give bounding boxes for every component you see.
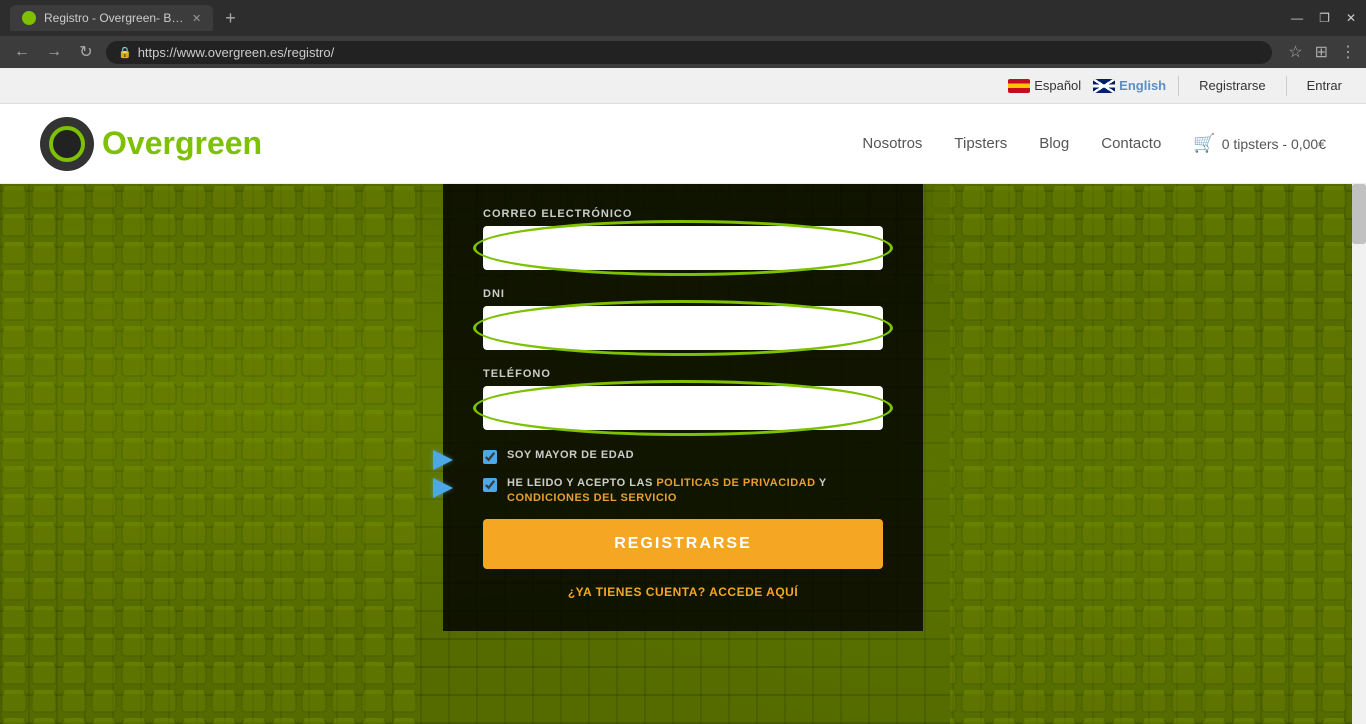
email-input-wrapper <box>483 226 883 270</box>
refresh-button[interactable]: ↻ <box>74 42 98 62</box>
lock-icon: 🔒 <box>118 46 132 59</box>
forward-button[interactable]: → <box>42 43 66 61</box>
email-label: CORREO ELECTRÓNICO <box>483 208 883 220</box>
phone-group: TELÉFONO <box>483 368 883 430</box>
new-tab-button[interactable]: + <box>225 8 236 29</box>
terms-arrow-icon <box>433 478 453 498</box>
logo-text-before: Over <box>102 125 175 161</box>
minimize-button[interactable]: — <box>1291 11 1303 25</box>
browser-tab[interactable]: Registro - Overgreen- Born to w... ✕ <box>10 5 213 31</box>
english-label: English <box>1119 78 1166 93</box>
age-checkbox[interactable] <box>483 450 497 464</box>
language-english[interactable]: English <box>1093 78 1166 93</box>
logo-icon-inner <box>49 126 85 162</box>
login-link-header[interactable]: Entrar <box>1299 74 1350 97</box>
tab-close-button[interactable]: ✕ <box>192 12 201 25</box>
terms-checkbox-label: HE LEIDO Y ACEPTO LAS POLITICAS DE PRIVA… <box>507 476 883 507</box>
email-input[interactable] <box>483 226 883 270</box>
extensions-icon[interactable]: ⊞ <box>1315 42 1328 62</box>
terms-arrow <box>433 478 469 498</box>
login-link-form[interactable]: ¿YA TIENES CUENTA? ACCEDE AQUÍ <box>483 585 883 599</box>
browser-action-buttons: ☆ ⊞ ⋮ <box>1288 42 1356 62</box>
dni-label: DNI <box>483 288 883 300</box>
scrollbar-thumb[interactable] <box>1352 184 1366 244</box>
phone-input[interactable] <box>483 386 883 430</box>
terms-checkbox-group: HE LEIDO Y ACEPTO LAS POLITICAS DE PRIVA… <box>483 476 883 507</box>
bookmark-icon[interactable]: ☆ <box>1288 42 1302 62</box>
main-content: CORREO ELECTRÓNICO DNI TELÉFONO <box>0 184 1366 724</box>
cart-label: 0 tipsters - 0,00€ <box>1222 136 1326 152</box>
terms-checkbox[interactable] <box>483 478 497 492</box>
maximize-button[interactable]: ❐ <box>1319 11 1330 25</box>
phone-label: TELÉFONO <box>483 368 883 380</box>
back-button[interactable]: ← <box>10 43 34 61</box>
browser-address-bar-row: ← → ↻ 🔒 https://www.overgreen.es/registr… <box>0 36 1366 68</box>
address-bar[interactable]: 🔒 https://www.overgreen.es/registro/ <box>106 41 1272 64</box>
age-arrow-icon <box>433 450 453 470</box>
tab-favicon <box>22 11 36 25</box>
email-group: CORREO ELECTRÓNICO <box>483 208 883 270</box>
phone-input-wrapper <box>483 386 883 430</box>
flag-uk-icon <box>1093 79 1115 93</box>
register-button[interactable]: REGISTRARSE <box>483 519 883 569</box>
divider2 <box>1286 76 1287 96</box>
cart-icon: 🛒 <box>1193 133 1215 154</box>
dni-group: DNI <box>483 288 883 350</box>
nav-contacto[interactable]: Contacto <box>1101 135 1161 152</box>
cart-widget[interactable]: 🛒 0 tipsters - 0,00€ <box>1193 133 1326 154</box>
window-controls: — ❐ ✕ <box>1291 11 1356 25</box>
nav-tipsters[interactable]: Tipsters <box>954 135 1007 152</box>
language-spanish[interactable]: Español <box>1008 78 1081 93</box>
nav-nosotros[interactable]: Nosotros <box>862 135 922 152</box>
language-bar: Español English Registrarse Entrar <box>0 68 1366 104</box>
spanish-label: Español <box>1034 78 1081 93</box>
age-arrow <box>433 450 469 470</box>
divider <box>1178 76 1179 96</box>
site-header: Overgreen Nosotros Tipsters Blog Contact… <box>0 104 1366 184</box>
logo-text-after: green <box>175 125 262 161</box>
age-checkbox-label: SOY MAYOR DE EDAD <box>507 448 634 463</box>
dni-input[interactable] <box>483 306 883 350</box>
browser-tab-bar: Registro - Overgreen- Born to w... ✕ + —… <box>0 0 1366 36</box>
nav-blog[interactable]: Blog <box>1039 135 1069 152</box>
main-nav: Nosotros Tipsters Blog Contacto 🛒 0 tips… <box>862 133 1326 154</box>
terms-middle: Y <box>816 477 827 489</box>
age-checkbox-group: SOY MAYOR DE EDAD <box>483 448 883 464</box>
menu-icon[interactable]: ⋮ <box>1340 42 1356 62</box>
register-link[interactable]: Registrarse <box>1191 74 1273 97</box>
tab-title: Registro - Overgreen- Born to w... <box>44 11 184 25</box>
page-scrollbar[interactable] <box>1352 184 1366 724</box>
dni-input-wrapper <box>483 306 883 350</box>
flag-spain-icon <box>1008 79 1030 93</box>
site-logo[interactable]: Overgreen <box>40 117 262 171</box>
url-text: https://www.overgreen.es/registro/ <box>138 45 335 60</box>
logo-icon <box>40 117 94 171</box>
logo-text: Overgreen <box>102 125 262 162</box>
privacy-link[interactable]: POLITICAS DE PRIVACIDAD <box>656 477 815 489</box>
conditions-link[interactable]: CONDICIONES DEL SERVICIO <box>507 492 677 504</box>
close-button[interactable]: ✕ <box>1346 11 1356 25</box>
registration-form: CORREO ELECTRÓNICO DNI TELÉFONO <box>443 184 923 631</box>
terms-prefix: HE LEIDO Y ACEPTO LAS <box>507 477 656 489</box>
